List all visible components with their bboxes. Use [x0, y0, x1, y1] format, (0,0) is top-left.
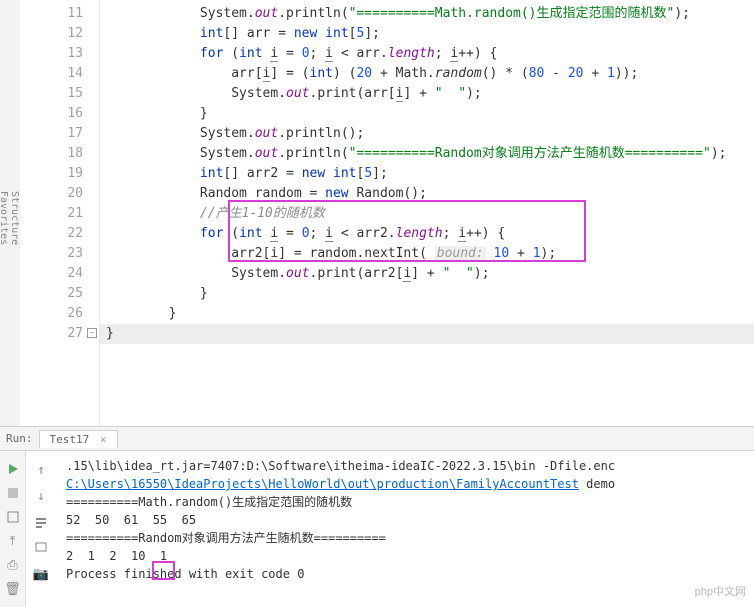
camera-icon[interactable]: 📷: [32, 565, 50, 583]
line-number[interactable]: 18: [20, 144, 99, 164]
code-line[interactable]: arr[i] = (int) (20 + Math.random() * (80…: [100, 64, 754, 84]
favorites-toolwindow-label[interactable]: Favorites: [0, 191, 9, 245]
console-line: ==========Math.random()生成指定范围的随机数: [66, 493, 744, 511]
line-number[interactable]: 20: [20, 184, 99, 204]
scroll-to-end-icon[interactable]: [32, 539, 50, 557]
line-number[interactable]: 24: [20, 264, 99, 284]
code-line[interactable]: Random random = new Random();: [100, 184, 754, 204]
pin-icon[interactable]: ⤒: [5, 533, 21, 549]
line-number[interactable]: 17: [20, 124, 99, 144]
line-number[interactable]: 12: [20, 24, 99, 44]
run-panel: Run: Test17 × ⤒ ⎙ 🗑 ↑ ↓ 📷 .15\lib\idea_r…: [0, 427, 754, 607]
code-line[interactable]: arr2[i] = random.nextInt( bound: 10 + 1)…: [100, 244, 754, 264]
line-number[interactable]: 25: [20, 284, 99, 304]
run-console-toolbar: ↑ ↓ 📷: [26, 451, 56, 607]
line-number[interactable]: 11: [20, 4, 99, 24]
console-line: Process finished with exit code 0: [66, 565, 744, 583]
run-header: Run: Test17 ×: [0, 427, 754, 451]
close-icon[interactable]: ×: [100, 433, 107, 446]
line-number[interactable]: 15: [20, 84, 99, 104]
line-number[interactable]: 16: [20, 104, 99, 124]
code-line[interactable]: }: [100, 304, 754, 324]
code-line[interactable]: int[] arr = new int[5];: [100, 24, 754, 44]
line-number[interactable]: 21: [20, 204, 99, 224]
code-line[interactable]: int[] arr2 = new int[5];: [100, 164, 754, 184]
fold-indicator-icon[interactable]: −: [87, 328, 97, 338]
layout-icon[interactable]: [5, 509, 21, 525]
run-tab-label: Test17: [50, 433, 90, 446]
rerun-icon[interactable]: [5, 461, 21, 477]
code-editor[interactable]: System.out.println("==========Math.rando…: [100, 0, 754, 426]
editor-gutter: 1112131415161718192021222324252627−: [20, 0, 100, 426]
code-line[interactable]: }: [100, 284, 754, 304]
run-title: Run:: [6, 432, 33, 445]
console-line: C:\Users\16550\IdeaProjects\HelloWorld\o…: [66, 475, 744, 493]
code-line[interactable]: System.out.println("==========Random对象调用…: [100, 144, 754, 164]
line-number[interactable]: 23: [20, 244, 99, 264]
down-icon[interactable]: ↓: [32, 487, 50, 505]
up-icon[interactable]: ↑: [32, 461, 50, 479]
code-line[interactable]: for (int i = 0; i < arr2.length; i++) {: [100, 224, 754, 244]
line-number[interactable]: 14: [20, 64, 99, 84]
console-link[interactable]: C:\Users\16550\IdeaProjects\HelloWorld\o…: [66, 477, 579, 491]
line-number[interactable]: 22: [20, 224, 99, 244]
line-number[interactable]: 26: [20, 304, 99, 324]
code-line[interactable]: }: [100, 104, 754, 124]
code-line[interactable]: }: [100, 324, 754, 344]
code-line[interactable]: for (int i = 0; i < arr.length; i++) {: [100, 44, 754, 64]
console-line: ==========Random对象调用方法产生随机数==========: [66, 529, 744, 547]
code-line[interactable]: System.out.println();: [100, 124, 754, 144]
delete-icon[interactable]: 🗑: [5, 581, 21, 597]
stop-icon[interactable]: [5, 485, 21, 501]
line-number[interactable]: 19: [20, 164, 99, 184]
code-line[interactable]: System.out.println("==========Math.rando…: [100, 4, 754, 24]
watermark: php中文网: [695, 583, 746, 601]
console-output[interactable]: .15\lib\idea_rt.jar=7407:D:\Software\ith…: [56, 451, 754, 607]
console-line: 52 50 61 55 65: [66, 511, 744, 529]
code-line[interactable]: System.out.print(arr2[i] + " ");: [100, 264, 754, 284]
console-line: .15\lib\idea_rt.jar=7407:D:\Software\ith…: [66, 457, 744, 475]
run-vertical-toolbar: ⤒ ⎙ 🗑: [0, 451, 26, 607]
run-body: ⤒ ⎙ 🗑 ↑ ↓ 📷 .15\lib\idea_rt.jar=7407:D:\…: [0, 451, 754, 607]
editor-area: Structure Favorites 11121314151617181920…: [0, 0, 754, 427]
code-line[interactable]: //产生1-10的随机数: [100, 204, 754, 224]
code-line[interactable]: System.out.print(arr[i] + " ");: [100, 84, 754, 104]
structure-toolwindow-label[interactable]: Structure: [9, 191, 20, 245]
line-number[interactable]: 27−: [20, 324, 99, 344]
print-icon[interactable]: ⎙: [5, 557, 21, 573]
soft-wrap-icon[interactable]: [32, 513, 50, 531]
line-number[interactable]: 13: [20, 44, 99, 64]
run-tab[interactable]: Test17 ×: [39, 430, 118, 448]
console-line: 2 1 2 10 1: [66, 547, 744, 565]
left-toolwindow-bar: Structure Favorites: [0, 0, 20, 426]
